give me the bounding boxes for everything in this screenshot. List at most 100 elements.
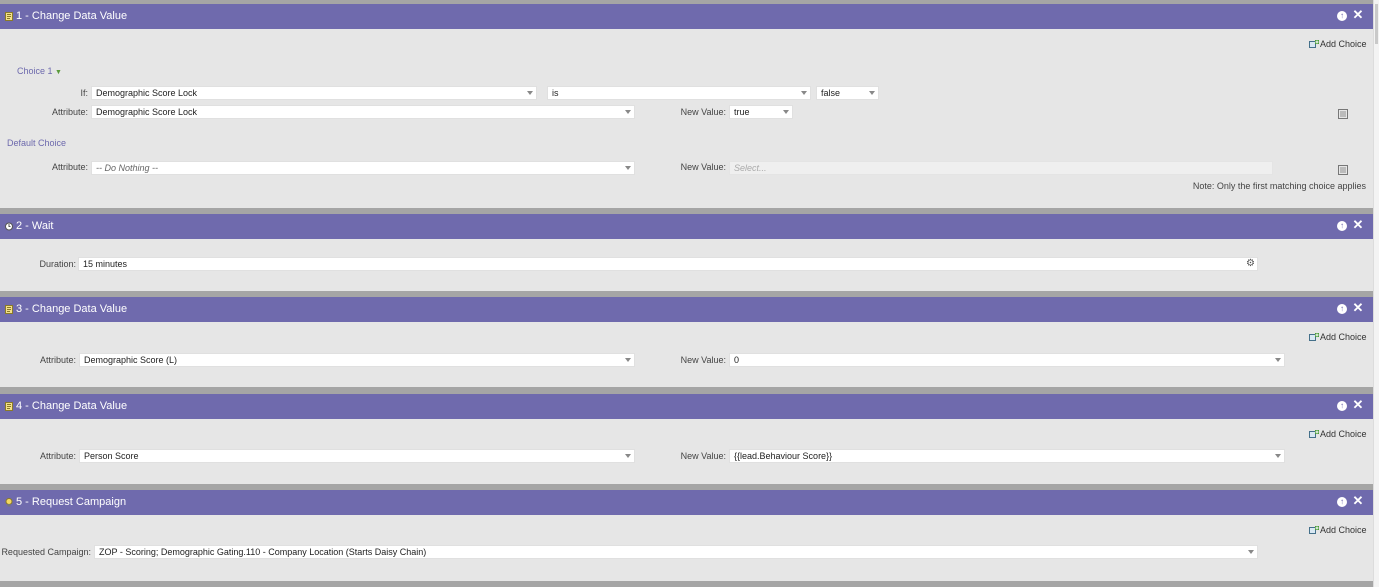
step-header[interactable]: 5 - Request Campaign ↑ ✕ [0,490,1373,515]
move-up-icon[interactable]: ↑ [1337,304,1347,314]
step-title: 5 - Request Campaign [16,496,127,508]
chevron-down-icon [625,110,631,114]
duration-value: 15 minutes [83,259,128,269]
attribute-select[interactable]: Demographic Score (L) [79,353,635,367]
new-value-select[interactable]: 0 [729,353,1285,367]
close-icon[interactable]: ✕ [1352,301,1364,314]
choice-1-toggle[interactable]: Choice 1 ▼ [17,66,62,76]
add-choice-label: Add Choice [1320,39,1367,49]
chevron-down-icon [783,110,789,114]
chevron-down-icon [801,91,807,95]
chevron-down-icon [625,166,631,170]
wait-icon [5,222,13,231]
duration-label: Duration: [39,259,76,269]
flow-canvas: 1 - Change Data Value ↑ ✕ Add Choice Cho… [0,0,1373,587]
duration-input[interactable]: 15 minutes [78,257,1258,271]
chevron-down-icon [1275,358,1281,362]
add-choice-button[interactable]: Add Choice [1309,39,1367,49]
move-up-icon[interactable]: ↑ [1337,497,1347,507]
close-icon[interactable]: ✕ [1352,398,1364,411]
if-attribute-value: Demographic Score Lock [96,88,198,98]
change-data-value-icon [5,402,13,411]
operator-value: is [552,88,559,98]
step-title: 4 - Change Data Value [16,400,128,412]
step-title: 1 - Change Data Value [16,10,128,22]
chevron-down-icon [625,454,631,458]
new-value: true [734,107,750,117]
if-label: If: [80,88,88,98]
attribute-label: Attribute: [39,355,76,365]
attribute-value: Person Score [84,451,139,461]
attribute-select[interactable]: Person Score [79,449,635,463]
attribute-value: Demographic Score (L) [84,355,178,365]
attribute-label: Attribute: [51,107,88,117]
move-up-icon[interactable]: ↑ [1337,221,1347,231]
new-value: 0 [734,355,740,365]
default-attribute-select[interactable]: -- Do Nothing -- [91,161,635,175]
default-new-value-placeholder: Select... [734,163,767,173]
default-choice-label: Default Choice [7,138,67,148]
gear-icon[interactable]: ⚙ [1246,259,1255,269]
step-title: 2 - Wait [16,220,54,232]
close-icon[interactable]: ✕ [1352,494,1364,507]
change-data-value-icon [5,12,13,21]
add-choice-icon [1309,333,1319,341]
default-new-value-label: New Value: [680,162,726,172]
add-choice-button[interactable]: Add Choice [1309,525,1367,535]
close-icon[interactable]: ✕ [1352,218,1364,231]
step-body: Add Choice Attribute: Demographic Score … [0,322,1373,387]
step-body: Add Choice Requested Campaign: ZOP - Sco… [0,515,1373,581]
flow-step-4: 4 - Change Data Value ↑ ✕ Add Choice Att… [0,394,1373,484]
add-choice-label: Add Choice [1320,332,1367,342]
step-header[interactable]: 4 - Change Data Value ↑ ✕ [0,394,1373,419]
chevron-down-icon [1248,550,1254,554]
add-choice-icon [1309,40,1319,48]
flow-step-5: 5 - Request Campaign ↑ ✕ Add Choice Requ… [0,490,1373,581]
scrollbar-thumb[interactable] [1375,4,1378,44]
add-choice-button[interactable]: Add Choice [1309,429,1367,439]
chevron-down-icon [527,91,533,95]
delete-choice-icon[interactable] [1338,109,1348,119]
compare-value-select[interactable]: false [816,86,879,100]
chevron-down-icon [1275,454,1281,458]
flow-step-3: 3 - Change Data Value ↑ ✕ Add Choice Att… [0,297,1373,387]
step-title: 3 - Change Data Value [16,303,128,315]
step-header[interactable]: 2 - Wait ↑ ✕ [0,214,1373,239]
add-choice-label: Add Choice [1320,429,1367,439]
attribute-label: Attribute: [39,451,76,461]
move-up-icon[interactable]: ↑ [1337,401,1347,411]
close-icon[interactable]: ✕ [1352,8,1364,21]
request-campaign-icon [5,498,13,507]
new-value-select[interactable]: {{lead.Behaviour Score}} [729,449,1285,463]
attribute-value: Demographic Score Lock [96,107,198,117]
step-body: Add Choice Choice 1 ▼ If: Demographic Sc… [0,29,1373,208]
step-header[interactable]: 3 - Change Data Value ↑ ✕ [0,297,1373,322]
matching-note: Note: Only the first matching choice app… [1192,181,1366,191]
step-body: Duration: 15 minutes ⚙ [0,239,1373,291]
default-attribute-value: -- Do Nothing -- [96,163,159,173]
new-value-select[interactable]: true [729,105,793,119]
chevron-down-icon: ▼ [55,69,62,76]
default-new-value-select[interactable]: Select... [729,161,1273,175]
default-attribute-label: Attribute: [51,162,88,172]
if-attribute-select[interactable]: Demographic Score Lock [91,86,537,100]
chevron-down-icon [625,358,631,362]
add-choice-icon [1309,526,1319,534]
requested-campaign-select[interactable]: ZOP - Scoring; Demographic Gating.110 - … [94,545,1258,559]
add-choice-button[interactable]: Add Choice [1309,332,1367,342]
add-choice-label: Add Choice [1320,525,1367,535]
change-data-value-icon [5,305,13,314]
step-header[interactable]: 1 - Change Data Value ↑ ✕ [0,4,1373,29]
new-value-label: New Value: [680,451,726,461]
new-value-label: New Value: [680,107,726,117]
flow-step-1: 1 - Change Data Value ↑ ✕ Add Choice Cho… [0,4,1373,208]
vertical-scrollbar[interactable] [1373,0,1379,587]
attribute-select[interactable]: Demographic Score Lock [91,105,635,119]
flow-step-2: 2 - Wait ↑ ✕ Duration: 15 minutes ⚙ [0,214,1373,291]
operator-select[interactable]: is [547,86,811,100]
move-up-icon[interactable]: ↑ [1337,11,1347,21]
new-value: {{lead.Behaviour Score}} [734,451,833,461]
step-body: Add Choice Attribute: Person Score New V… [0,419,1373,484]
chevron-down-icon [869,91,875,95]
delete-default-choice-icon[interactable] [1338,165,1348,175]
